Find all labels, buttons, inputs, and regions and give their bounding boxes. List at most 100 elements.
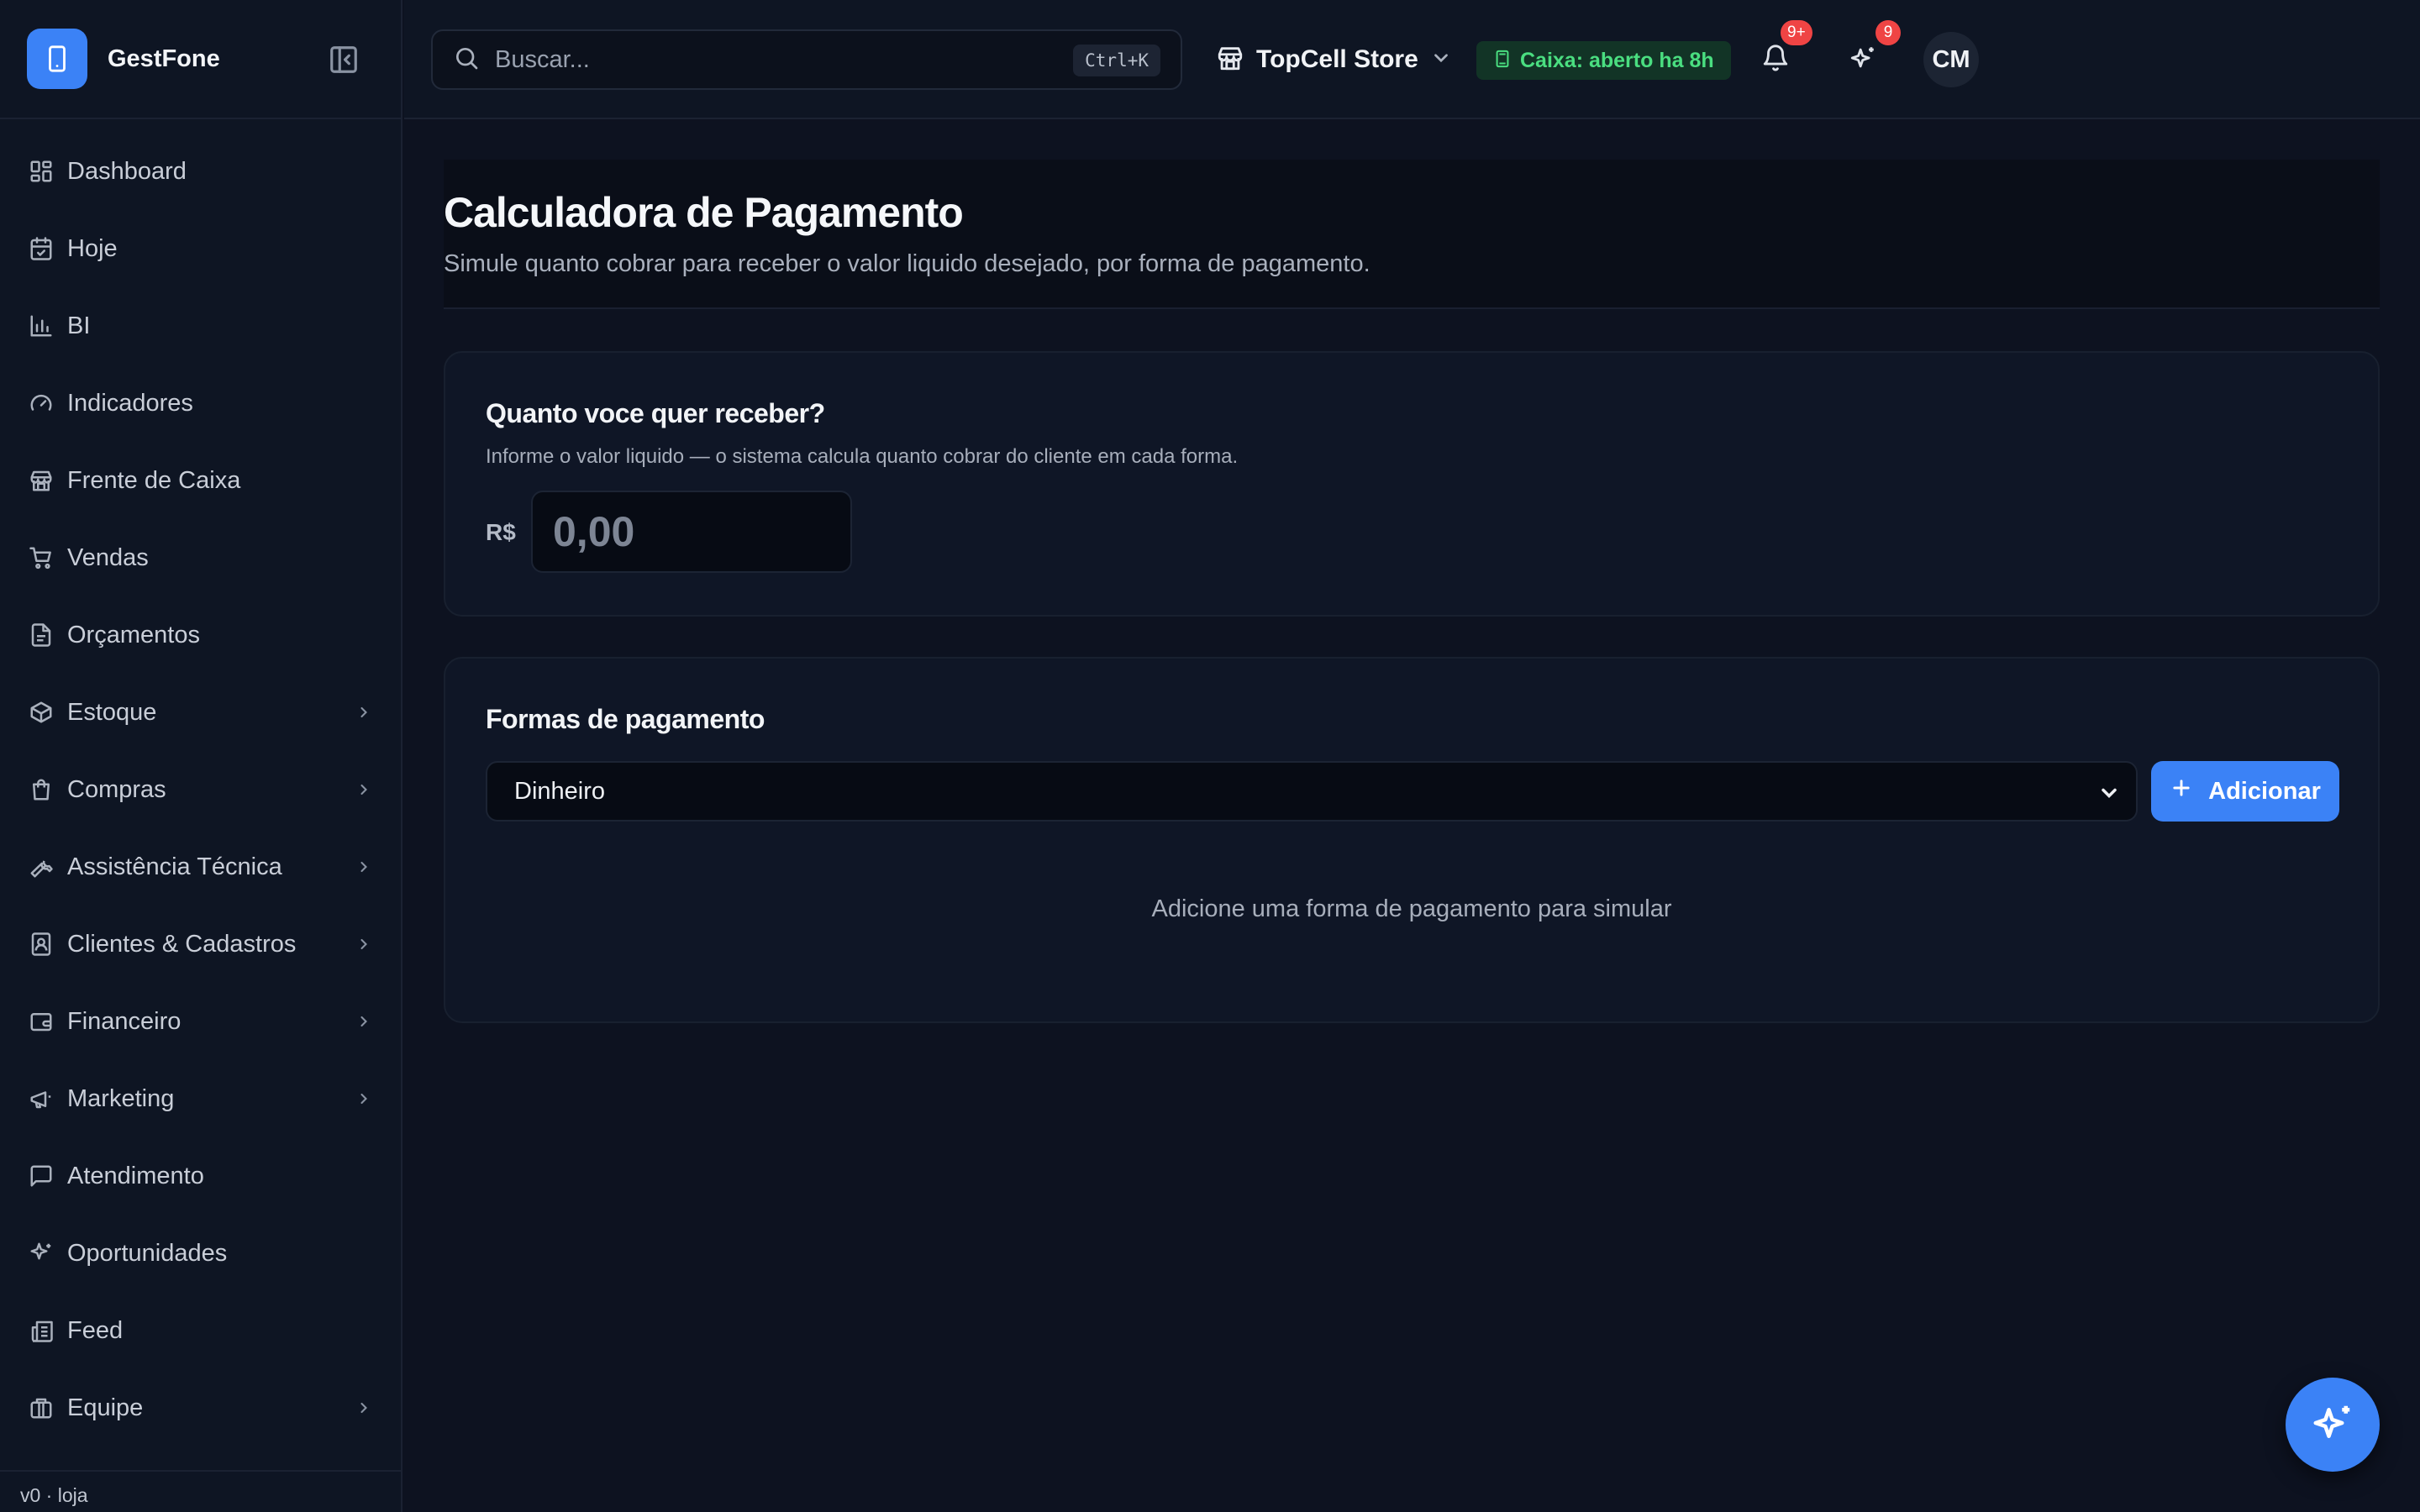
sidebar-item-label: Vendas: [67, 543, 149, 571]
sidebar-item-label: Atendimento: [67, 1162, 204, 1189]
payment-methods-card: Formas de pagamento Dinheiro Adicionar A…: [444, 657, 2380, 1023]
shopping-bag-icon: [27, 775, 55, 804]
megaphone-icon: [27, 1084, 55, 1113]
contact-icon: [27, 930, 55, 958]
sidebar-item-orcamentos[interactable]: Orçamentos: [0, 596, 402, 674]
page-title: Calculadora de Pagamento: [444, 189, 964, 236]
ai-suggestions-badge: 9: [1876, 20, 1901, 45]
sidebar-item-atendimento[interactable]: Atendimento: [0, 1137, 402, 1215]
collapse-sidebar-icon[interactable]: [326, 42, 361, 77]
dashboard-icon: [27, 157, 55, 186]
sidebar-item-estoque[interactable]: Estoque: [0, 674, 402, 751]
add-button-label: Adicionar: [2208, 777, 2321, 805]
store-selector[interactable]: TopCell Store: [1216, 39, 1452, 81]
sidebar-item-label: Marketing: [67, 1084, 175, 1112]
wallet-icon: [27, 1007, 55, 1036]
search-shortcut: Ctrl+K: [1073, 45, 1160, 76]
file-text-icon: [27, 621, 55, 649]
page-subtitle: Simule quanto cobrar para receber o valo…: [444, 250, 1370, 277]
sidebar-item-equipe[interactable]: Equipe: [0, 1369, 402, 1446]
newspaper-icon: [27, 1316, 55, 1345]
sidebar-divider: [0, 1470, 402, 1472]
chevron-right-icon: [353, 931, 375, 958]
currency-label: R$: [486, 519, 516, 545]
store-icon: [1216, 44, 1244, 76]
sidebar-item-oportunidades[interactable]: Oportunidades: [0, 1215, 402, 1292]
chevron-right-icon: [353, 1008, 375, 1035]
chevron-right-icon: [353, 853, 375, 880]
sidebar-item-label: Dashboard: [67, 157, 187, 185]
plus-icon: [2170, 776, 2193, 806]
empty-state-message: Adicione uma forma de pagamento para sim…: [1151, 895, 1672, 922]
gauge-icon: [27, 389, 55, 417]
package-icon: [27, 698, 55, 727]
sidebar-item-assistencia-tecnica[interactable]: Assistência Técnica: [0, 828, 402, 906]
calendar-check-icon: [27, 234, 55, 263]
ai-suggestions-button[interactable]: [1839, 36, 1886, 83]
sidebar-item-label: Compras: [67, 775, 166, 803]
bell-icon: [1761, 44, 1790, 76]
sidebar-item-bi[interactable]: BI: [0, 287, 402, 365]
sidebar-item-hoje[interactable]: Hoje: [0, 210, 402, 287]
ai-assistant-button[interactable]: [2286, 1378, 2380, 1472]
avatar[interactable]: CM: [1923, 32, 1979, 87]
sidebar-item-marketing[interactable]: Marketing: [0, 1060, 402, 1137]
topbar: Buscar... Ctrl+K TopCell Store Caixa: ab…: [404, 0, 2420, 119]
sidebar-item-label: Orçamentos: [67, 621, 200, 648]
amount-card-title: Quanto voce quer receber?: [486, 398, 825, 428]
payment-method-select[interactable]: Dinheiro: [486, 761, 2138, 822]
phone-icon[interactable]: [27, 29, 87, 89]
sidebar-item-financeiro[interactable]: Financeiro: [0, 983, 402, 1060]
amount-input[interactable]: 0,00: [531, 491, 852, 573]
sparkles-icon: [27, 1239, 55, 1268]
payment-methods-title: Formas de pagamento: [486, 704, 765, 734]
sidebar-item-label: Equipe: [67, 1394, 144, 1421]
brand-name: GestFone: [108, 45, 220, 72]
app-version: v0 · loja: [20, 1484, 88, 1506]
sidebar-nav: Dashboard Hoje BI Indicadores Frente de …: [0, 133, 402, 1446]
chevron-down-icon: [2097, 781, 2121, 805]
briefcase-icon: [27, 1394, 55, 1422]
sidebar-item-label: Frente de Caixa: [67, 466, 241, 494]
bar-chart-icon: [27, 312, 55, 340]
sidebar-item-label: BI: [67, 312, 91, 339]
search-icon: [453, 45, 480, 76]
amount-card: Quanto voce quer receber? Informe o valo…: [444, 351, 2380, 617]
calculator-icon: [1493, 50, 1512, 72]
sparkles-icon: [2310, 1400, 2355, 1450]
sidebar-item-label: Estoque: [67, 698, 157, 726]
sidebar-item-indicadores[interactable]: Indicadores: [0, 365, 402, 442]
sidebar-item-label: Hoje: [67, 234, 118, 262]
cart-icon: [27, 543, 55, 572]
notifications-badge: 9+: [1781, 20, 1812, 45]
sidebar-item-label: Clientes & Cadastros: [67, 930, 297, 958]
cash-register-status[interactable]: Caixa: aberto ha 8h: [1476, 41, 1731, 80]
chevron-right-icon: [353, 1394, 375, 1421]
sidebar-item-compras[interactable]: Compras: [0, 751, 402, 828]
add-payment-method-button[interactable]: Adicionar: [2151, 761, 2339, 822]
sidebar-item-feed[interactable]: Feed: [0, 1292, 402, 1369]
sidebar-item-label: Financeiro: [67, 1007, 182, 1035]
sidebar-item-vendas[interactable]: Vendas: [0, 519, 402, 596]
sidebar-item-label: Assistência Técnica: [67, 853, 282, 880]
sidebar-item-label: Indicadores: [67, 389, 193, 417]
sidebar-item-clientes-cadastros[interactable]: Clientes & Cadastros: [0, 906, 402, 983]
chevron-down-icon: [1430, 47, 1452, 73]
cash-status-text: Caixa: aberto ha 8h: [1520, 48, 1714, 72]
wrench-icon: [27, 853, 55, 881]
sidebar-item-dashboard[interactable]: Dashboard: [0, 133, 402, 210]
sidebar: GestFone Dashboard Hoje BI Indicadores F…: [0, 0, 402, 1512]
search-input[interactable]: Buscar... Ctrl+K: [431, 29, 1182, 90]
message-square-icon: [27, 1162, 55, 1190]
chevron-right-icon: [353, 1085, 375, 1112]
sidebar-item-label: Feed: [67, 1316, 124, 1344]
chevron-right-icon: [353, 699, 375, 726]
chevron-right-icon: [353, 776, 375, 803]
store-icon: [27, 466, 55, 495]
sidebar-item-frente-de-caixa[interactable]: Frente de Caixa: [0, 442, 402, 519]
brand: GestFone: [0, 0, 401, 119]
search-placeholder: Buscar...: [495, 45, 590, 73]
amount-card-description: Informe o valor liquido — o sistema calc…: [486, 445, 1239, 468]
store-name: TopCell Store: [1256, 45, 1418, 73]
sparkles-icon: [1849, 44, 1877, 76]
